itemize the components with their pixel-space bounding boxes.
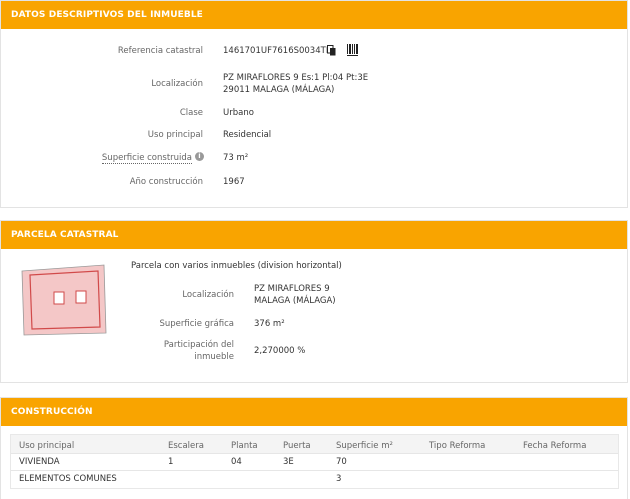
uso-principal-value: Residencial — [223, 130, 272, 140]
clase-value: Urbano — [223, 108, 254, 118]
referencia-catastral-value: 1461701UF7616S0034TL — [223, 46, 331, 56]
anio-construccion-label: Año construcción — [129, 177, 203, 187]
cell-puerta: 3E — [283, 457, 294, 467]
datos-descriptivos-panel: DATOS DESCRIPTIVOS DEL INMUEBLE — [0, 0, 628, 208]
parcel-map[interactable] — [20, 263, 108, 337]
clase-label: Clase — [179, 108, 203, 118]
superficie-construida-value: 73 m² — [223, 153, 249, 163]
participacion-label-1: Participación del — [163, 340, 234, 350]
referencia-catastral-label: Referencia catastral — [117, 46, 203, 56]
superficie-construida-label: Superficie construida — [101, 153, 192, 164]
info-icon[interactable]: i — [195, 152, 204, 161]
cell-uso: ELEMENTOS COMUNES — [19, 474, 117, 484]
uso-principal-label: Uso principal — [147, 130, 203, 140]
parcela-catastral-title: PARCELA CATASTRAL — [1, 221, 627, 249]
table-row: VIVIENDA 1 04 3E 70 — [11, 454, 618, 471]
cell-uso: VIVIENDA — [19, 457, 60, 467]
participacion-value: 2,270000 % — [254, 346, 306, 356]
table-header-row: Uso principal Escalera Planta Puerta Sup… — [11, 435, 618, 454]
datos-descriptivos-title: DATOS DESCRIPTIVOS DEL INMUEBLE — [1, 1, 627, 29]
localizacion-label: Localización — [151, 79, 203, 89]
table-row: ELEMENTOS COMUNES 3 — [11, 471, 618, 488]
construccion-table: Uso principal Escalera Planta Puerta Sup… — [10, 434, 619, 489]
participacion-label-2: inmueble — [194, 352, 234, 362]
cell-escalera: 1 — [168, 457, 174, 467]
superficie-grafica-value: 376 m² — [254, 319, 285, 329]
parcela-localizacion-line1: PZ MIRAFLORES 9 — [254, 284, 330, 294]
parcela-description: Parcela con varios inmuebles (division h… — [131, 261, 342, 271]
anio-construccion-value: 1967 — [223, 177, 245, 187]
localizacion-line2: 29011 MALAGA (MÁLAGA) — [223, 85, 335, 95]
cell-superficie: 3 — [336, 474, 342, 484]
cell-planta: 04 — [231, 457, 242, 467]
barcode-icon[interactable] — [347, 44, 359, 56]
construccion-title: CONSTRUCCIÓN — [1, 398, 627, 426]
copy-icon[interactable] — [327, 45, 336, 56]
superficie-grafica-label: Superficie gráfica — [159, 319, 234, 329]
parcela-localizacion-line2: MALAGA (MÁLAGA) — [254, 296, 336, 306]
cell-superficie: 70 — [336, 457, 347, 467]
localizacion-line1: PZ MIRAFLORES 9 Es:1 Pl:04 Pt:3E — [223, 73, 369, 83]
parcela-localizacion-label: Localización — [182, 290, 234, 300]
